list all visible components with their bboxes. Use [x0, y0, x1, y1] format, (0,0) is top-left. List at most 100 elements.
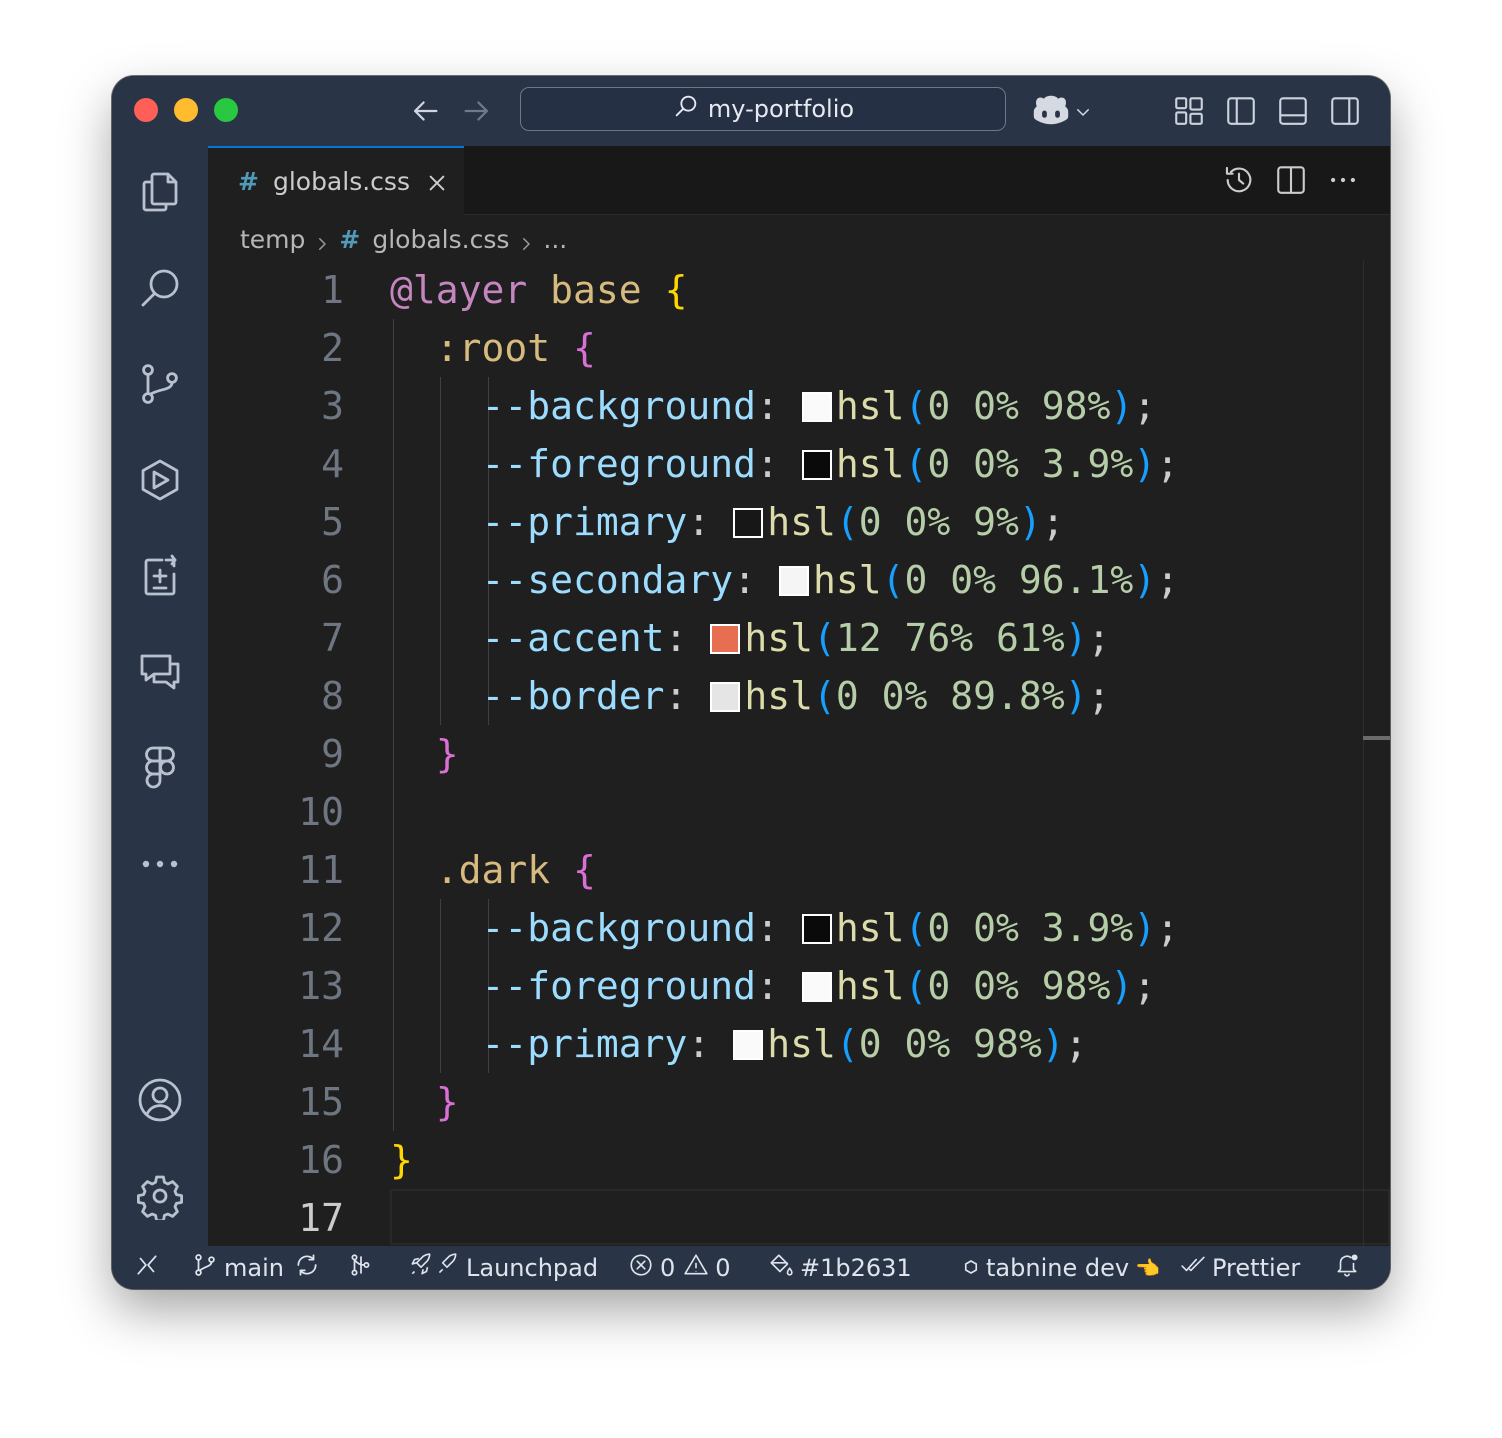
- toggle-panel-icon[interactable]: [1276, 94, 1310, 128]
- source-control-icon[interactable]: [136, 360, 184, 408]
- css-variable: --background: [481, 384, 757, 428]
- close-window-button[interactable]: [134, 98, 158, 122]
- color-args: 0 0% 89.8%: [835, 674, 1065, 718]
- code-line[interactable]: --secondary: hsl(0 0% 96.1%);: [390, 551, 1180, 609]
- more-icon[interactable]: [136, 840, 184, 888]
- css-file-icon: #: [339, 224, 361, 254]
- color-function: hsl: [767, 1022, 836, 1066]
- account-icon[interactable]: [136, 1076, 184, 1124]
- tab-globals-css[interactable]: # globals.css: [208, 146, 464, 215]
- paren: ): [1041, 1022, 1065, 1066]
- line-number: 7: [321, 616, 344, 660]
- color-swatch[interactable]: [778, 566, 809, 596]
- tabnine-icon: [962, 1254, 980, 1282]
- color-swatch[interactable]: [710, 624, 741, 654]
- git-graph-icon: [348, 1252, 374, 1284]
- breadcrumb-folder[interactable]: temp: [240, 225, 305, 254]
- code-line[interactable]: --primary: hsl(0 0% 9%);: [390, 493, 1065, 551]
- error-icon: [628, 1252, 654, 1284]
- code-line[interactable]: .dark {: [390, 841, 596, 899]
- split-editor-icon[interactable]: [1274, 163, 1308, 197]
- line-number: 9: [321, 732, 344, 776]
- code-line[interactable]: --background: hsl(0 0% 3.9%);: [390, 899, 1180, 957]
- color-swatch[interactable]: [801, 972, 832, 1002]
- breadcrumb: temp # globals.css ...: [240, 221, 567, 257]
- run-debug-icon[interactable]: [136, 456, 184, 504]
- command-center-search[interactable]: my-portfolio: [520, 87, 1006, 131]
- chat-icon[interactable]: [136, 648, 184, 696]
- css-variable: --secondary: [481, 558, 734, 602]
- figma-icon[interactable]: [136, 744, 184, 792]
- forward-arrow-icon[interactable]: [460, 94, 494, 128]
- testing-icon[interactable]: [136, 552, 184, 600]
- tabnine-status[interactable]: tabnine dev 👈: [962, 1246, 1160, 1289]
- branch-status[interactable]: main: [192, 1246, 320, 1289]
- line-number: 16: [298, 1138, 344, 1182]
- line-number: 12: [298, 906, 344, 950]
- code-line[interactable]: @layer base {: [390, 261, 687, 319]
- code-line[interactable]: :root {: [390, 319, 596, 377]
- remote-indicator[interactable]: [134, 1246, 160, 1289]
- git-graph-status[interactable]: [348, 1246, 374, 1289]
- maximize-window-button[interactable]: [214, 98, 238, 122]
- chevron-right-icon: [517, 230, 535, 250]
- copilot-button[interactable]: [1032, 92, 1092, 132]
- explorer-icon[interactable]: [136, 168, 184, 216]
- color-swatch[interactable]: [801, 392, 832, 422]
- color-swatch[interactable]: [733, 508, 764, 538]
- code-line[interactable]: }: [390, 725, 459, 783]
- current-line-highlight: [390, 1189, 1390, 1245]
- toggle-secondary-sidebar-icon[interactable]: [1328, 94, 1362, 128]
- prettier-status[interactable]: Prettier: [1180, 1246, 1300, 1289]
- code-line[interactable]: --primary: hsl(0 0% 98%);: [390, 1015, 1088, 1073]
- color-status[interactable]: #1b2631: [768, 1246, 912, 1289]
- color-swatch[interactable]: [801, 914, 832, 944]
- color-swatch[interactable]: [801, 450, 832, 480]
- notifications-status[interactable]: [1334, 1246, 1360, 1289]
- editor-tab-strip: # globals.css: [208, 146, 1390, 215]
- paren: (: [904, 442, 928, 486]
- tabnine-label: tabnine dev: [986, 1253, 1130, 1282]
- warning-count: 0: [715, 1253, 731, 1282]
- line-number: 8: [321, 674, 344, 718]
- code-line[interactable]: --border: hsl(0 0% 89.8%);: [390, 667, 1111, 725]
- vertical-scrollbar[interactable]: [1363, 261, 1364, 1246]
- code-editor[interactable]: 1 2 3 4 5 6 7 8 9 10 11 12 13 14 15 16 17 @layer base { …: [208, 261, 1390, 1246]
- launchpad-label: Launchpad: [466, 1253, 599, 1282]
- more-actions-icon[interactable]: [1326, 163, 1360, 197]
- settings-gear-icon[interactable]: [136, 1172, 184, 1223]
- code-line[interactable]: --accent: hsl(12 76% 61%);: [390, 609, 1111, 667]
- code-line[interactable]: }: [390, 1131, 413, 1189]
- color-args: 0 0% 3.9%: [927, 442, 1134, 486]
- minimize-window-button[interactable]: [174, 98, 198, 122]
- paren: (: [904, 384, 928, 428]
- color-swatch[interactable]: [733, 1030, 764, 1060]
- scrollbar-thumb[interactable]: [1363, 736, 1390, 740]
- color-value: #1b2631: [800, 1253, 912, 1282]
- code-line[interactable]: --foreground: hsl(0 0% 98%);: [390, 957, 1157, 1015]
- breadcrumb-file[interactable]: globals.css: [372, 225, 509, 254]
- code-line[interactable]: --background: hsl(0 0% 98%);: [390, 377, 1157, 435]
- search-icon[interactable]: [136, 264, 184, 312]
- back-arrow-icon[interactable]: [408, 94, 442, 128]
- line-number: 13: [298, 964, 344, 1008]
- sync-icon[interactable]: [294, 1252, 320, 1284]
- open-brace: {: [664, 268, 688, 312]
- git-branch-icon: [192, 1252, 218, 1284]
- close-icon[interactable]: [426, 171, 448, 193]
- code-line[interactable]: }: [390, 1073, 459, 1131]
- toggle-primary-sidebar-icon[interactable]: [1224, 94, 1258, 128]
- timeline-history-icon[interactable]: [1222, 163, 1256, 197]
- customize-layout-icon[interactable]: [1172, 94, 1206, 128]
- tab-label: globals.css: [272, 167, 410, 196]
- color-swatch[interactable]: [710, 682, 741, 712]
- launchpad-status[interactable]: Launchpad: [408, 1246, 598, 1289]
- problems-status[interactable]: 0 0: [628, 1246, 731, 1289]
- title-bar: my-portfolio: [112, 76, 1390, 146]
- line-number: 6: [321, 558, 344, 602]
- code-line[interactable]: --foreground: hsl(0 0% 3.9%);: [390, 435, 1180, 493]
- bell-icon: [1334, 1252, 1360, 1284]
- breadcrumb-trail[interactable]: ...: [543, 225, 567, 254]
- line-number: 10: [298, 790, 344, 834]
- vscode-window: my-portfolio # globals.css temp # global…: [112, 76, 1390, 1289]
